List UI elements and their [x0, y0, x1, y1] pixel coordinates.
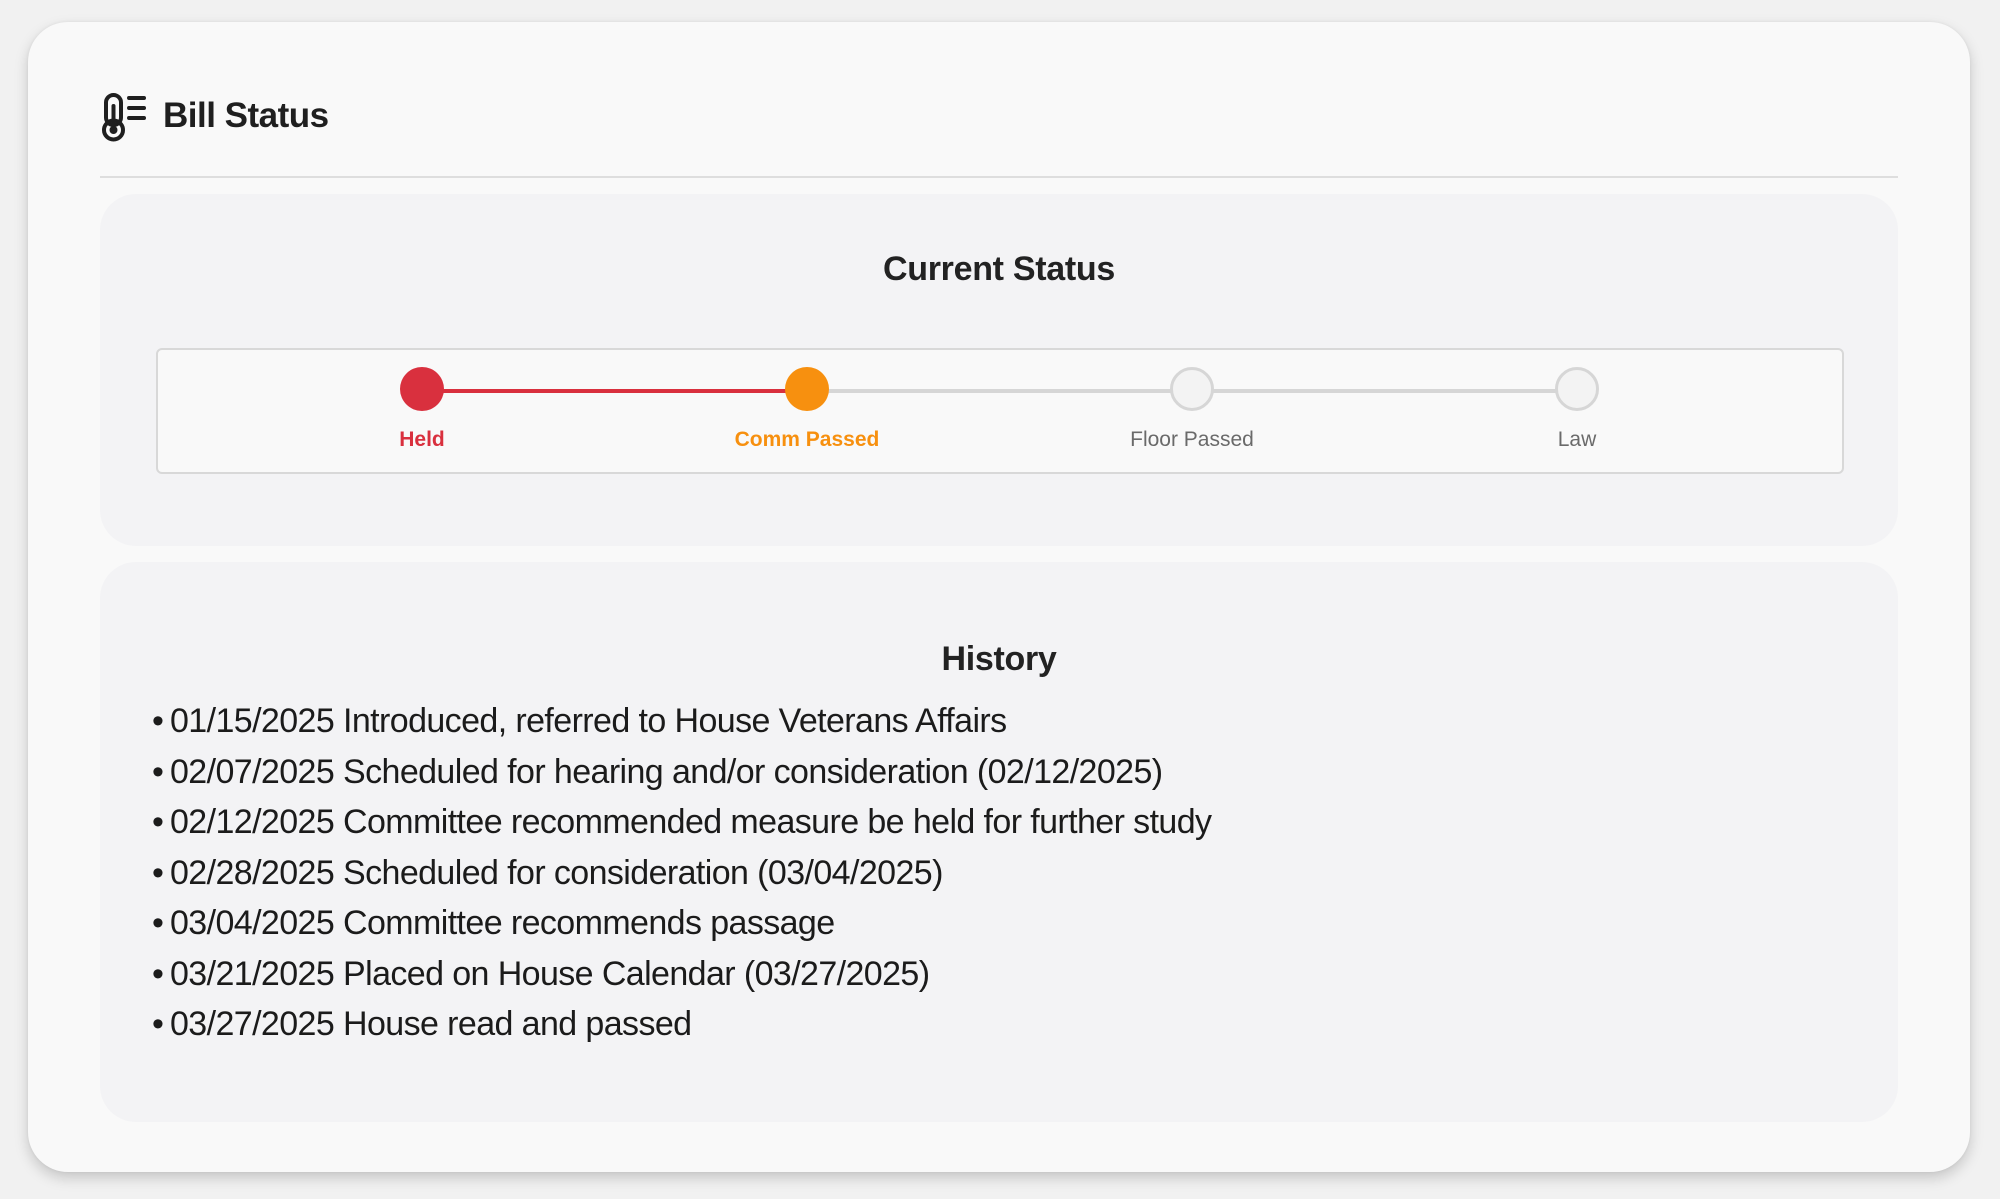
step-label-comm-passed: Comm Passed [734, 428, 880, 451]
card-header: Bill Status [100, 92, 1898, 178]
card-title: Bill Status [163, 96, 329, 135]
step-dot-floor-passed [1170, 367, 1214, 411]
status-progress-tracker: Held Comm Passed Floor Passed Law [156, 348, 1844, 474]
thermometer-list-icon [102, 93, 146, 142]
bullet: • [152, 702, 164, 740]
history-item: • 03/04/2025 Committee recommends passage [152, 898, 1211, 949]
history-text: Scheduled for hearing and/or considerati… [343, 752, 1163, 791]
history-title: History [941, 640, 1057, 678]
bullet: • [152, 853, 164, 892]
step-label-floor-passed: Floor Passed [1130, 428, 1254, 451]
bullet: • [152, 803, 164, 841]
history-item: • 02/12/2025 Committee recommended measur… [152, 797, 1212, 848]
progress-line-floor-to-law [1192, 389, 1577, 393]
history-list: • 01/15/2025 Introduced, referred to Hous… [152, 696, 1212, 1050]
history-text: Committee recommends passage [343, 904, 835, 942]
step-dot-held [400, 367, 444, 411]
history-text: Scheduled for consideration (03/04/2025) [343, 853, 943, 892]
history-item: • 02/07/2025 Scheduled for hearing and/or… [152, 747, 1211, 798]
progress-line-held-to-comm [422, 389, 807, 393]
history-date: 01/15/2025 [170, 702, 335, 740]
history-date: 02/12/2025 [170, 803, 335, 841]
history-item: • 01/15/2025 Introduced, referred to Hous… [152, 696, 1211, 747]
history-text: Placed on House Calendar (03/27/2025) [343, 954, 930, 993]
bullet: • [152, 1005, 164, 1043]
bullet: • [152, 954, 164, 993]
bullet: • [152, 752, 164, 791]
history-date: 02/28/2025 [170, 853, 335, 892]
history-item: • 03/21/2025 Placed on House Calendar (03… [152, 949, 1211, 1000]
history-date: 03/21/2025 [170, 954, 335, 993]
step-label-held: Held [399, 428, 445, 451]
bullet: • [152, 904, 164, 942]
history-date: 02/07/2025 [170, 752, 335, 791]
history-item: • 02/28/2025 Scheduled for consideration … [152, 848, 1211, 899]
history-item: • 03/27/2025 House read and passed [152, 999, 1211, 1050]
step-dot-law [1555, 367, 1599, 411]
history-date: 03/27/2025 [170, 1005, 335, 1043]
bill-status-card: Bill Status Current Status Held Comm Pas… [28, 22, 1970, 1172]
history-text: House read and passed [343, 1005, 692, 1043]
step-dot-comm-passed [785, 367, 829, 411]
history-text: Committee recommended measure be held fo… [343, 803, 1212, 841]
history-panel: History • 01/15/2025 Introduced, referred… [100, 562, 1898, 1122]
current-status-panel: Current Status Held Comm Passed Floor Pa… [100, 194, 1898, 546]
history-date: 03/04/2025 [170, 904, 335, 942]
history-text: Introduced, referred to House Veterans A… [343, 702, 1007, 740]
progress-line-comm-to-floor [807, 389, 1192, 393]
step-label-law: Law [1557, 428, 1597, 451]
current-status-title: Current Status [883, 250, 1115, 288]
